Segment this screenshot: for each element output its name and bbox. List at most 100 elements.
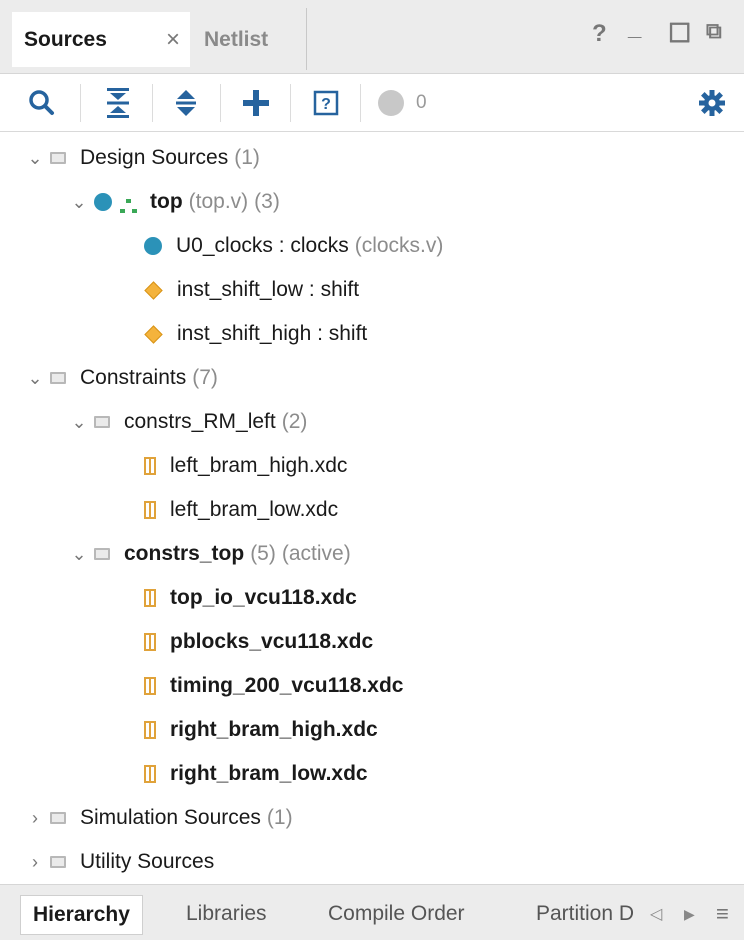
tree-node-inst-shift-high[interactable]: inst_shift_high : shift <box>144 312 367 356</box>
xdc-file-icon <box>144 721 156 739</box>
chevron-right-icon[interactable]: › <box>26 808 44 829</box>
tree-node-label: constrs_RM_left <box>124 410 276 433</box>
tree-node-top[interactable]: ⌄ top (top.v) (3) <box>70 180 280 224</box>
folder-icon <box>94 416 110 428</box>
panel-tab-bar: Sources × Netlist ? _ ☐ ⧉ <box>0 0 744 74</box>
hierarchy-top-icon <box>120 195 138 213</box>
tree-node-design-sources[interactable]: ⌄ Design Sources (1) <box>26 136 260 180</box>
tree-node-count: (1) <box>234 146 260 169</box>
tree-node-constrs-top[interactable]: ⌄ constrs_top (5) (active) <box>70 532 350 576</box>
tree-node-left-bram-high[interactable]: left_bram_high.xdc <box>144 444 347 488</box>
toolbar-separator <box>80 84 81 122</box>
add-sources-button[interactable] <box>236 74 276 132</box>
tree-node-timing[interactable]: timing_200_vcu118.xdc <box>144 664 403 708</box>
tab-libraries-label: Libraries <box>186 902 267 925</box>
status-indicator[interactable]: 0 <box>378 74 448 132</box>
tree-node-count: (1) <box>266 806 293 829</box>
settings-button[interactable] <box>692 74 732 132</box>
collapse-all-button[interactable] <box>98 74 138 132</box>
xdc-file-icon <box>144 633 156 651</box>
status-dot-icon <box>378 90 404 116</box>
tree-node-label: right_bram_low.xdc <box>170 762 368 785</box>
tab-netlist-label: Netlist <box>204 27 269 51</box>
xdc-file-icon <box>144 589 156 607</box>
module-dot-icon <box>94 193 112 211</box>
tab-libraries[interactable]: Libraries <box>186 895 267 933</box>
tree-node-file: (top.v) <box>188 190 249 213</box>
toolbar-separator <box>152 84 153 122</box>
scroll-left-icon[interactable]: ◁ <box>650 895 662 933</box>
tree-node-count: (7) <box>192 366 218 389</box>
chevron-down-icon[interactable]: ⌄ <box>26 148 44 169</box>
float-icon[interactable]: ⧉ <box>706 18 722 44</box>
tab-divider <box>306 8 307 70</box>
tab-partition[interactable]: Partition D <box>536 895 648 933</box>
bottom-tab-bar: Hierarchy Libraries Compile Order Partit… <box>0 884 744 940</box>
tree-node-count: (3) <box>254 190 280 213</box>
chevron-down-icon[interactable]: ⌄ <box>70 412 88 433</box>
tab-sources[interactable]: Sources × <box>12 12 190 67</box>
instance-diamond-icon <box>144 280 163 300</box>
tree-node-label: Simulation Sources <box>80 806 261 829</box>
chevron-down-icon[interactable]: ⌄ <box>26 368 44 389</box>
chevron-down-icon[interactable]: ⌄ <box>70 544 88 565</box>
chevron-down-icon[interactable]: ⌄ <box>70 192 88 213</box>
tree-node-label: Constraints <box>80 366 187 389</box>
folder-icon <box>50 812 66 824</box>
gear-icon <box>699 90 725 116</box>
status-count: 0 <box>416 92 427 113</box>
tree-node-file: (clocks.v) <box>354 234 444 257</box>
tree-node-label: top_io_vcu118.xdc <box>170 586 357 609</box>
minimize-icon[interactable]: _ <box>628 14 641 42</box>
tree-node-label: right_bram_high.xdc <box>170 718 378 741</box>
folder-icon <box>50 372 66 384</box>
toolbar-separator <box>220 84 221 122</box>
svg-text:?: ? <box>321 96 331 113</box>
tab-compile-order[interactable]: Compile Order <box>328 895 465 933</box>
tree-node-label: top <box>150 190 183 213</box>
tab-netlist[interactable]: Netlist <box>204 12 268 67</box>
expand-all-button[interactable] <box>166 74 206 132</box>
tree-node-top-io[interactable]: top_io_vcu118.xdc <box>144 576 357 620</box>
tree-node-label: left_bram_high.xdc <box>170 454 348 477</box>
tree-node-right-bram-low[interactable]: right_bram_low.xdc <box>144 752 368 796</box>
maximize-icon[interactable]: ☐ <box>668 18 691 49</box>
toolbar-separator <box>290 84 291 122</box>
tree-node-pblocks[interactable]: pblocks_vcu118.xdc <box>144 620 373 664</box>
scroll-right-icon[interactable]: ▶ <box>684 895 695 933</box>
tree-node-utility-sources[interactable]: › Utility Sources <box>26 840 214 884</box>
xdc-file-icon <box>144 677 156 695</box>
folder-icon <box>50 152 66 164</box>
tree-node-constrs-rm-left[interactable]: ⌄ constrs_RM_left (2) <box>70 400 307 444</box>
tree-node-label: inst_shift_high : shift <box>177 322 368 345</box>
folder-icon <box>50 856 66 868</box>
tree-node-left-bram-low[interactable]: left_bram_low.xdc <box>144 488 338 532</box>
chevron-right-icon[interactable]: › <box>26 852 44 873</box>
tree-node-label: Utility Sources <box>80 850 215 873</box>
tab-hierarchy-label: Hierarchy <box>33 903 130 926</box>
tab-hierarchy[interactable]: Hierarchy <box>20 895 143 935</box>
tab-compile-order-label: Compile Order <box>328 902 465 925</box>
search-icon <box>29 90 54 115</box>
search-button[interactable] <box>22 74 62 132</box>
tree-node-right-bram-high[interactable]: right_bram_high.xdc <box>144 708 378 752</box>
question-box-icon: ? <box>313 90 339 116</box>
tree-node-label: Design Sources <box>80 146 229 169</box>
tree-node-simulation-sources[interactable]: › Simulation Sources (1) <box>26 796 293 840</box>
tree-node-label: U0_clocks : clocks <box>176 234 349 257</box>
xdc-file-icon <box>144 457 156 475</box>
tab-partition-label: Partition D <box>536 902 635 925</box>
tree-node-count: (2) <box>281 410 308 433</box>
tree-node-constraints[interactable]: ⌄ Constraints (7) <box>26 356 218 400</box>
tree-node-label: pblocks_vcu118.xdc <box>170 630 374 653</box>
collapse-all-icon <box>107 88 129 118</box>
close-icon[interactable]: × <box>166 26 180 54</box>
tree-node-label: inst_shift_low : shift <box>177 278 360 301</box>
help-icon[interactable]: ? <box>592 20 607 48</box>
menu-icon[interactable]: ≡ <box>716 895 729 933</box>
tree-node-inst-shift-low[interactable]: inst_shift_low : shift <box>144 268 359 312</box>
tree-node-label: timing_200_vcu118.xdc <box>170 674 404 697</box>
help-button[interactable]: ? <box>306 74 346 132</box>
folder-icon <box>94 548 110 560</box>
tree-node-u0-clocks[interactable]: U0_clocks : clocks (clocks.v) <box>144 224 443 268</box>
